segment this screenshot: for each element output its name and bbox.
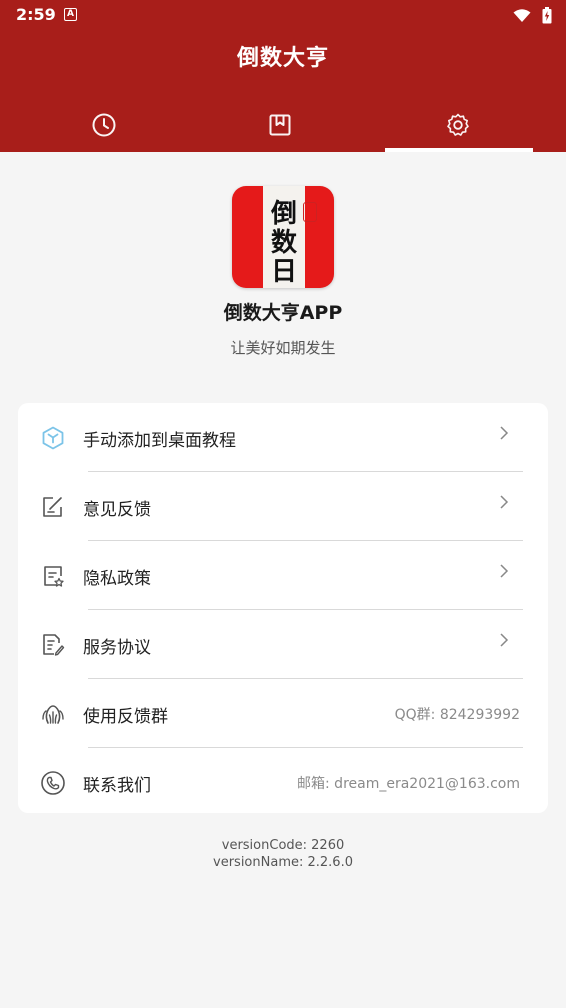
- phone-icon: [41, 771, 65, 795]
- cube-icon: [42, 426, 64, 450]
- qq-group-number: QQ群: 824293992: [394, 707, 520, 723]
- settings-card: 手动添加到桌面教程 意见反馈 隐私政策 服务协议 使用反馈群 QQ群: 8242…: [18, 403, 548, 813]
- menu-label: 服务协议: [83, 638, 151, 658]
- battery-icon: [542, 7, 552, 24]
- about-app-name: 倒数大亨APP: [223, 302, 343, 324]
- group-users-icon: [42, 705, 64, 724]
- menu-feedback[interactable]: 意见反馈: [18, 472, 548, 541]
- menu-label: 隐私政策: [83, 569, 151, 589]
- agreement-doc-icon: [43, 634, 65, 656]
- logo-char-3: 日: [270, 257, 297, 287]
- chevron-right-icon: [500, 564, 509, 578]
- chevron-right-icon: [500, 633, 509, 647]
- notification-icon: A: [64, 8, 77, 21]
- contact-email: 邮箱: dream_era2021@163.com: [297, 776, 520, 792]
- chevron-right-icon: [500, 495, 509, 509]
- menu-label: 使用反馈群: [83, 707, 168, 727]
- menu-privacy-policy[interactable]: 隐私政策: [18, 541, 548, 610]
- menu-service-agreement[interactable]: 服务协议: [18, 610, 548, 679]
- menu-label: 意见反馈: [83, 500, 151, 520]
- active-tab-indicator: [385, 148, 533, 152]
- menu-label: 手动添加到桌面教程: [83, 431, 236, 451]
- privacy-doc-icon: [44, 566, 64, 587]
- logo-seal: [303, 202, 317, 222]
- menu-feedback-group[interactable]: 使用反馈群 QQ群: 824293992: [18, 679, 548, 748]
- app-bar: 2:59 A 倒数大亨: [0, 0, 566, 152]
- status-time: 2:59: [16, 5, 56, 24]
- version-code: versionCode: 2260: [221, 838, 345, 853]
- tab-bar: [0, 100, 566, 152]
- menu-contact-us[interactable]: 联系我们 邮箱: dream_era2021@163.com: [18, 748, 548, 817]
- tab-settings[interactable]: [364, 100, 552, 150]
- tab-bookmark[interactable]: [186, 100, 374, 150]
- chevron-right-icon: [500, 426, 509, 440]
- clock-icon: [92, 113, 116, 137]
- bookmark-icon: [269, 114, 291, 136]
- wifi-icon: [513, 8, 531, 22]
- version-name: versionName: 2.2.6.0: [213, 855, 353, 870]
- tab-countdown[interactable]: [10, 100, 198, 150]
- feedback-edit-icon: [43, 497, 62, 517]
- status-bar: 2:59 A: [0, 0, 566, 30]
- gear-icon: [447, 113, 469, 136]
- app-title: 倒数大亨: [236, 46, 329, 71]
- status-icons: [507, 5, 552, 24]
- menu-label: 联系我们: [83, 776, 151, 796]
- about-slogan: 让美好如期发生: [230, 339, 336, 357]
- menu-add-to-desktop[interactable]: 手动添加到桌面教程: [18, 403, 548, 472]
